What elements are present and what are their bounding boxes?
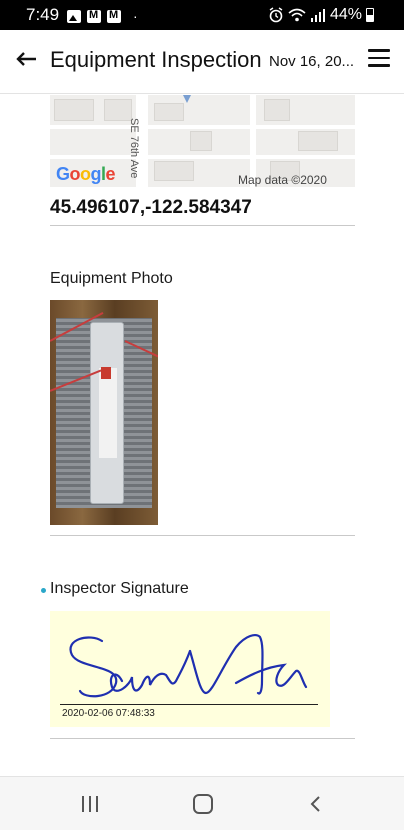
system-icons: 44% <box>268 6 374 24</box>
recents-icon[interactable] <box>82 796 98 812</box>
map-building <box>54 99 94 121</box>
photo-driver-label <box>99 368 117 458</box>
map-building <box>264 99 290 121</box>
map-road <box>50 155 355 159</box>
divider <box>50 535 355 536</box>
notification-icons: · <box>67 8 138 24</box>
signature-pad[interactable]: 2020-02-06 07:48:33 <box>50 611 330 727</box>
signature-timestamp: 2020-02-06 07:48:33 <box>62 708 155 719</box>
alarm-icon <box>269 7 283 23</box>
battery-percent: 44% <box>329 6 362 23</box>
back-arrow-icon[interactable] <box>14 46 40 72</box>
map-road <box>50 125 355 129</box>
photo-brand-mark <box>101 367 111 379</box>
page-subtitle-date: Nov 16, 20... <box>269 53 355 70</box>
required-indicator <box>41 588 46 593</box>
inspector-signature-label: Inspector Signature <box>50 580 189 597</box>
battery-icon <box>366 8 374 22</box>
more-notifications-dot: · <box>133 8 138 24</box>
home-icon[interactable] <box>193 794 213 814</box>
equipment-photo-label: Equipment Photo <box>50 270 173 287</box>
signal-icon <box>310 9 325 22</box>
map-building <box>190 131 212 151</box>
system-nav-bar <box>0 776 404 830</box>
google-logo: Google <box>56 164 116 184</box>
wifi-icon <box>288 8 306 22</box>
gps-coordinates: 45.496107,-122.584347 <box>50 197 252 218</box>
hamburger-menu-icon[interactable] <box>368 49 390 67</box>
status-bar: 7:49 · 44% <box>0 0 404 30</box>
divider <box>50 738 355 739</box>
map-attribution[interactable]: Map data ©2020 <box>238 173 327 187</box>
page-title: Equipment Inspection <box>50 47 262 72</box>
status-time: 7:49 <box>26 5 60 24</box>
app-bar: Equipment Inspection Nov 16, 20... <box>0 30 404 94</box>
map-building <box>298 131 338 151</box>
equipment-photo[interactable] <box>50 300 158 525</box>
signature-baseline <box>60 704 318 705</box>
gmail-notification-icon <box>107 9 121 23</box>
divider <box>50 225 355 226</box>
map-building <box>154 103 184 121</box>
gallery-notification-icon <box>67 9 81 23</box>
gmail-notification-icon <box>87 9 101 23</box>
chevron-left-icon[interactable] <box>309 796 323 812</box>
map-street-label: SE 76th Ave <box>128 118 140 179</box>
map-building <box>154 161 194 181</box>
photo-led-driver <box>90 322 124 504</box>
